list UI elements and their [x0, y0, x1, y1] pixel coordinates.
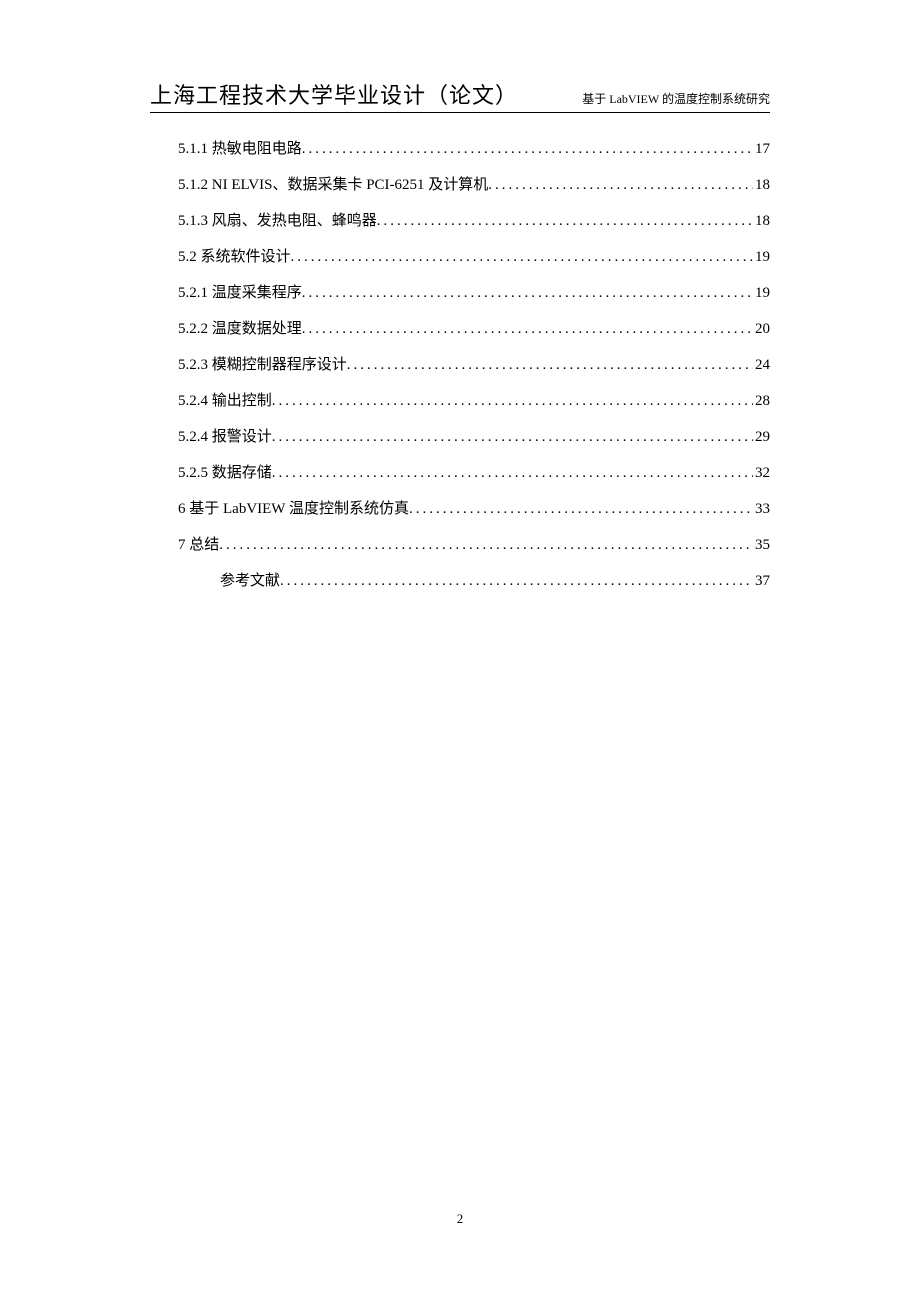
document-page: 上海工程技术大学毕业设计（论文） 基于 LabVIEW 的温度控制系统研究 5.… — [0, 0, 920, 599]
toc-label: 5.2.5 数据存储 — [178, 455, 272, 491]
toc-page-number: 18 — [753, 167, 770, 203]
toc-label: 5.2 系统软件设计 — [178, 239, 291, 275]
toc-leader-dots — [272, 455, 753, 491]
toc-page-number: 29 — [753, 419, 770, 455]
toc-page-number: 19 — [753, 275, 770, 311]
toc-label: 5.1.1 热敏电阻电路 — [178, 131, 302, 167]
toc-entry: 5.1.3 风扇、发热电阻、蜂鸣器 18 — [178, 203, 770, 239]
header-title: 上海工程技术大学毕业设计（论文） — [150, 78, 518, 110]
toc-page-number: 37 — [753, 563, 770, 599]
toc-entry: 5.2 系统软件设计 19 — [178, 239, 770, 275]
toc-label: 7 总结 — [178, 527, 219, 563]
toc-leader-dots — [302, 275, 753, 311]
toc-leader-dots — [219, 527, 753, 563]
toc-entry: 参考文献 37 — [178, 563, 770, 599]
toc-page-number: 18 — [753, 203, 770, 239]
toc-page-number: 28 — [753, 383, 770, 419]
toc-label: 6 基于 LabVIEW 温度控制系统仿真 — [178, 491, 409, 527]
toc-page-number: 32 — [753, 455, 770, 491]
toc-label: 参考文献 — [220, 563, 280, 599]
page-number: 2 — [0, 1211, 920, 1227]
toc-label: 5.1.3 风扇、发热电阻、蜂鸣器 — [178, 203, 377, 239]
toc-leader-dots — [302, 131, 753, 167]
toc-leader-dots — [347, 347, 753, 383]
toc-leader-dots — [272, 419, 753, 455]
toc-entry: 5.2.2 温度数据处理 20 — [178, 311, 770, 347]
toc-label: 5.2.1 温度采集程序 — [178, 275, 302, 311]
page-header: 上海工程技术大学毕业设计（论文） 基于 LabVIEW 的温度控制系统研究 — [150, 78, 770, 113]
toc-entry: 5.2.4 输出控制 28 — [178, 383, 770, 419]
toc-leader-dots — [291, 239, 753, 275]
toc-label: 5.1.2 NI ELVIS、数据采集卡 PCI-6251 及计算机 — [178, 167, 488, 203]
toc-leader-dots — [377, 203, 753, 239]
toc-page-number: 24 — [753, 347, 770, 383]
toc-label: 5.2.4 报警设计 — [178, 419, 272, 455]
toc-label: 5.2.4 输出控制 — [178, 383, 272, 419]
toc-leader-dots — [409, 491, 753, 527]
toc-entry: 5.1.1 热敏电阻电路 17 — [178, 131, 770, 167]
toc-leader-dots — [302, 311, 753, 347]
toc-page-number: 19 — [753, 239, 770, 275]
toc-leader-dots — [280, 563, 753, 599]
toc-entry: 5.2.1 温度采集程序 19 — [178, 275, 770, 311]
toc-page-number: 33 — [753, 491, 770, 527]
toc-label: 5.2.2 温度数据处理 — [178, 311, 302, 347]
toc-page-number: 35 — [753, 527, 770, 563]
toc-page-number: 17 — [753, 131, 770, 167]
toc-leader-dots — [272, 383, 753, 419]
toc-entry: 5.2.3 模糊控制器程序设计 24 — [178, 347, 770, 383]
toc-label: 5.2.3 模糊控制器程序设计 — [178, 347, 347, 383]
toc-page-number: 20 — [753, 311, 770, 347]
toc-entry: 5.1.2 NI ELVIS、数据采集卡 PCI-6251 及计算机 18 — [178, 167, 770, 203]
toc-entry: 5.2.4 报警设计 29 — [178, 419, 770, 455]
header-subtitle: 基于 LabVIEW 的温度控制系统研究 — [582, 90, 770, 107]
toc-entry: 6 基于 LabVIEW 温度控制系统仿真 33 — [178, 491, 770, 527]
table-of-contents: 5.1.1 热敏电阻电路175.1.2 NI ELVIS、数据采集卡 PCI-6… — [150, 131, 770, 599]
toc-entry: 7 总结 35 — [178, 527, 770, 563]
toc-leader-dots — [488, 167, 753, 203]
toc-entry: 5.2.5 数据存储 32 — [178, 455, 770, 491]
